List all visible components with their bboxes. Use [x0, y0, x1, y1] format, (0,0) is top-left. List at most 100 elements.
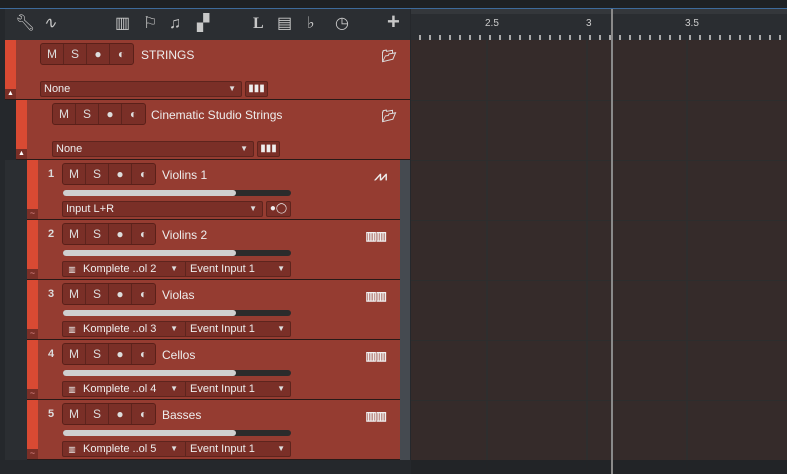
track-name[interactable]: Basses	[162, 408, 201, 422]
dropdown-value: None	[44, 83, 71, 95]
playhead[interactable]	[611, 9, 613, 474]
wrench-icon[interactable]: 🔧︎	[15, 15, 35, 33]
solo-button[interactable]: S	[86, 284, 109, 304]
monitor-icon[interactable]: ◐	[122, 104, 145, 124]
record-icon[interactable]: ●	[109, 164, 132, 184]
track-number: 5	[48, 408, 55, 420]
track-violas[interactable]: ~ 3 M S ● ◐ Violas ▥▥ ▥ Komplete ..ol 3 ▼ E…	[27, 280, 400, 340]
solo-button[interactable]: S	[64, 44, 87, 64]
mute-button[interactable]: M	[53, 104, 76, 124]
marker-icon[interactable]: ⚐	[143, 15, 157, 33]
mute-button[interactable]: M	[63, 344, 86, 364]
monitor-icon[interactable]: ◐	[132, 224, 155, 244]
track-line	[411, 100, 787, 101]
track-name[interactable]: Cellos	[162, 348, 195, 362]
timeline-ruler[interactable]: 2.5 3 3.5	[411, 9, 787, 40]
monitor-icon[interactable]: ◐	[132, 164, 155, 184]
volume-slider[interactable]	[63, 250, 291, 256]
folder-icon[interactable]: 📂︎	[382, 49, 397, 63]
mixer-icon[interactable]: ▮▮▮	[245, 81, 268, 97]
automation-icon[interactable]: ~	[27, 329, 38, 339]
volume-slider[interactable]	[63, 190, 291, 196]
track-line	[411, 280, 787, 281]
folder-output-dropdown[interactable]: None ▼	[40, 81, 242, 97]
tempo-icon[interactable]: ♭	[307, 15, 315, 33]
stereo-toggle[interactable]: ●◯	[266, 201, 291, 217]
solo-button[interactable]: S	[86, 404, 109, 424]
monitor-icon[interactable]: ◐	[132, 404, 155, 424]
track-cellos[interactable]: ~ 4 M S ● ◐ Cellos ▥▥ ▥ Komplete ..ol 4 ▼ E…	[27, 340, 400, 400]
instrument-dropdown[interactable]: Komplete ..ol 3 ▼	[83, 322, 183, 336]
instrument-dropdown[interactable]: Komplete ..ol 2 ▼	[83, 262, 183, 276]
record-icon[interactable]: ●	[109, 224, 132, 244]
dropdown-value: Input L+R	[66, 203, 115, 215]
mute-button[interactable]: M	[63, 164, 86, 184]
chevron-down-icon: ▼	[228, 84, 236, 93]
mute-button[interactable]: M	[41, 44, 64, 64]
monitor-icon[interactable]: ◐	[132, 344, 155, 364]
volume-slider[interactable]	[63, 310, 291, 316]
input-dropdown[interactable]: Event Input 1 ▼	[185, 262, 290, 276]
inspector-icon[interactable]: ▥	[115, 15, 130, 33]
track-basses[interactable]: ~ 5 M S ● ◐ Basses ▥▥ ▥ Komplete ..ol 5 ▼ E…	[27, 400, 400, 460]
mixer-icon[interactable]: ▮▮▮	[257, 141, 280, 157]
folder-track-strings[interactable]: ▲ M S ● ◐ STRINGS 📂︎ None ▼ ▮▮▮	[5, 40, 410, 100]
input-dropdown[interactable]: Input L+R ▼	[62, 201, 263, 217]
mute-button[interactable]: M	[63, 284, 86, 304]
automation-icon[interactable]: ~	[27, 269, 38, 279]
automation-icon[interactable]: ~	[27, 209, 38, 219]
record-icon[interactable]: ●	[99, 104, 122, 124]
chord-icon[interactable]: ♫	[169, 15, 181, 33]
folder-track-cinematic-studio-strings[interactable]: ▲ M S ● ◐ Cinematic Studio Strings 📂︎ No…	[16, 100, 410, 160]
track-color-strip	[27, 280, 38, 329]
track-controls: M S ● ◐	[52, 103, 146, 125]
track-name[interactable]: STRINGS	[141, 48, 194, 62]
collapse-arrow-icon[interactable]: ▲	[5, 89, 16, 99]
mute-button[interactable]: M	[63, 404, 86, 424]
monitor-icon[interactable]: ◐	[132, 284, 155, 304]
lyrics-icon[interactable]: L	[253, 15, 264, 33]
record-icon[interactable]: ●	[87, 44, 110, 64]
input-dropdown[interactable]: Event Input 1 ▼	[185, 382, 290, 396]
folder-output-dropdown[interactable]: None ▼	[52, 141, 254, 157]
record-icon[interactable]: ●	[109, 404, 132, 424]
automation-icon[interactable]: ~	[27, 389, 38, 399]
track-scroll-edge	[400, 160, 410, 460]
timeline-bottom	[411, 460, 787, 474]
dropdown-value: Komplete ..ol 5	[83, 443, 157, 455]
input-dropdown[interactable]: Event Input 1 ▼	[185, 322, 290, 336]
arrange-area[interactable]	[411, 9, 787, 474]
track-name[interactable]: Violas	[162, 288, 194, 302]
input-dropdown[interactable]: Event Input 1 ▼	[185, 442, 290, 456]
folder-icon[interactable]: 📂︎	[382, 109, 397, 123]
mute-button[interactable]: M	[63, 224, 86, 244]
add-track-button[interactable]: +	[387, 11, 400, 33]
track-name[interactable]: Violins 1	[162, 168, 207, 182]
solo-button[interactable]: S	[86, 344, 109, 364]
solo-button[interactable]: S	[86, 224, 109, 244]
solo-button[interactable]: S	[76, 104, 99, 124]
solo-button[interactable]: S	[86, 164, 109, 184]
grid-line	[486, 40, 488, 474]
track-violins-1[interactable]: ~ 1 M S ● ◐ Violins 1 ⩘⩘ Input L+R ▼ ●◯	[27, 160, 400, 220]
track-name[interactable]: Cinematic Studio Strings	[151, 108, 282, 122]
instrument-dropdown[interactable]: Komplete ..ol 5 ▼	[83, 442, 183, 456]
arranger-icon[interactable]: ▞	[197, 15, 209, 33]
keyboard-icon: ▥▥	[365, 289, 387, 303]
volume-slider[interactable]	[63, 370, 291, 376]
monitor-icon[interactable]: ◐	[110, 44, 133, 64]
record-icon[interactable]: ●	[109, 284, 132, 304]
clock-icon[interactable]: ◷	[335, 15, 349, 33]
automation-icon[interactable]: ~	[27, 449, 38, 459]
collapse-arrow-icon[interactable]: ▲	[16, 149, 27, 159]
keyboard-icon: ▥	[68, 445, 76, 454]
instrument-dropdown[interactable]: Komplete ..ol 4 ▼	[83, 382, 183, 396]
volume-slider[interactable]	[63, 430, 291, 436]
video-icon[interactable]: ▤	[277, 15, 292, 33]
track-name[interactable]: Violins 2	[162, 228, 207, 242]
record-icon[interactable]: ●	[109, 344, 132, 364]
track-violins-2[interactable]: ~ 2 M S ● ◐ Violins 2 ▥▥ ▥ Komplete ..ol …	[27, 220, 400, 280]
automation-icon[interactable]: ∿	[43, 15, 56, 33]
waveform-icon: ⩘⩘	[374, 169, 387, 183]
track-line	[411, 160, 787, 161]
